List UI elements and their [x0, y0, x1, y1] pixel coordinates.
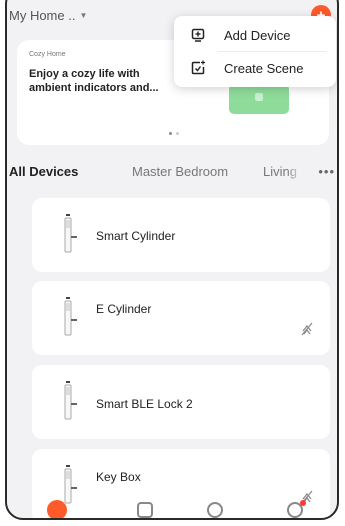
create-scene-icon	[191, 60, 205, 75]
device-name: Smart BLE Lock 2	[96, 397, 193, 411]
device-name: E Cylinder	[96, 302, 152, 316]
menu-item-create-scene[interactable]: Create Scene	[174, 52, 336, 84]
home-name: My Home ..	[9, 8, 76, 23]
device-card-key-box[interactable]: Key Box	[32, 449, 330, 518]
tab-master-bedroom[interactable]: Master Bedroom	[132, 164, 228, 179]
device-card-smart-cylinder[interactable]: Smart Cylinder	[32, 198, 330, 272]
add-device-icon	[191, 28, 205, 42]
door-lock-icon	[64, 297, 77, 336]
device-card-e-cylinder[interactable]: E Cylinder	[32, 281, 330, 355]
menu-item-label: Create Scene	[224, 60, 304, 76]
more-tabs-icon[interactable]: •••	[318, 164, 335, 179]
tab-living[interactable]: Living	[263, 164, 303, 179]
device-name: Key Box	[96, 470, 141, 484]
menu-item-add-device[interactable]: Add Device	[174, 19, 336, 51]
device-card-smart-ble-lock-2[interactable]: Smart BLE Lock 2	[32, 365, 330, 439]
tab-all-devices[interactable]: All Devices	[9, 164, 78, 179]
door-lock-icon	[64, 465, 77, 504]
nav-smart-icon[interactable]	[207, 502, 223, 518]
menu-item-label: Add Device	[224, 27, 291, 43]
nav-home-icon[interactable]	[47, 500, 67, 518]
page-dot	[176, 132, 179, 135]
banner-headline: Enjoy a cozy life with ambient indicator…	[29, 68, 159, 94]
room-tabs: All Devices Master Bedroom Living	[7, 164, 337, 184]
nav-scene-icon[interactable]	[137, 502, 153, 518]
door-lock-icon	[64, 381, 77, 420]
banner-illustration	[229, 84, 289, 114]
door-lock-icon	[64, 214, 77, 253]
home-switcher[interactable]: My Home .. ▼	[9, 8, 87, 23]
offline-icon	[301, 322, 313, 336]
caret-down-icon: ▼	[79, 11, 88, 20]
nav-me-icon[interactable]	[287, 500, 306, 518]
banner-page-indicator	[169, 132, 179, 135]
add-menu-popover: Add Device Create Scene	[174, 16, 336, 87]
page-dot-active	[169, 132, 172, 135]
device-name: Smart Cylinder	[96, 229, 176, 243]
banner-tag: Cozy Home	[29, 51, 66, 58]
phone-frame: My Home .. ▼ + Cozy Home Enjoy a cozy li…	[5, 0, 339, 520]
